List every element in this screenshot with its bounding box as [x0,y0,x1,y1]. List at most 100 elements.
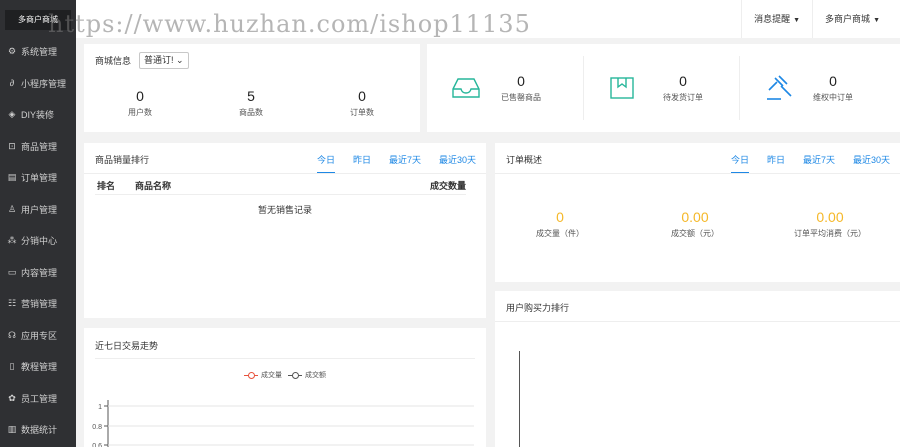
sidebar-item-tutorials[interactable]: ▯ 教程管理 [0,351,76,383]
overview-label: 订单平均消费（元） [794,229,866,238]
status-value: 0 [679,73,687,89]
column-header-count: 成交数量 [429,181,466,191]
sidebar-item-apps[interactable]: ☊ 应用专区 [0,320,76,352]
overview-amount: 0.00 成交额（元） [630,209,760,239]
status-value: 0 [829,73,837,89]
top-bar-actions: 消息提醒 ▼ 多商户商城 ▼ [741,0,892,38]
sidebar-item-label: 系统管理 [21,47,58,58]
tab-yesterday[interactable]: 昨日 [353,153,371,174]
shop-info-title: 商城信息 [95,56,132,66]
sidebar-item-label: 小程序管理 [21,78,67,89]
status-label: 已售罄商品 [501,93,541,102]
app-icon: ☊ [8,329,16,340]
overview-label: 成交量（件） [536,229,584,238]
sidebar-item-label: 教程管理 [21,362,58,373]
sidebar-item-label: 用户管理 [21,204,58,215]
sidebar-item-statistics[interactable]: ▥ 数据统计 [0,414,76,446]
order-overview-tabs: 今日 昨日 最近7天 最近30天 [713,153,890,174]
y-tick-label: 0.6 [92,443,102,447]
tab-last-7-days[interactable]: 最近7天 [389,153,421,174]
divider [84,173,486,174]
sales-rank-tabs: 今日 昨日 最近7天 最近30天 [299,153,476,174]
overview-label: 成交额（元） [671,229,719,238]
order-type-value: 普通订! [144,55,174,65]
sidebar-item-staff[interactable]: ✿ 员工管理 [0,383,76,415]
status-pending-shipment[interactable]: 0 待发货订单 [609,44,703,132]
sidebar-item-label: 订单管理 [21,173,58,184]
card-icon: ▭ [7,266,17,277]
wallet-icon: ☷ [7,298,17,309]
sidebar-item-goods[interactable]: ⊡ 商品管理 [0,131,76,163]
overview-average: 0.00 订单平均消费（元） [765,209,895,239]
tab-last-7-days[interactable]: 最近7天 [803,153,835,174]
tab-last-30-days[interactable]: 最近30天 [439,153,476,174]
status-value: 0 [517,73,525,89]
notifications-dropdown[interactable]: 消息提醒 ▼ [741,0,812,38]
sidebar-item-system[interactable]: ⚙ 系统管理 [0,36,76,68]
tab-yesterday[interactable]: 昨日 [767,153,785,174]
sidebar-item-label: 分销中心 [21,236,58,247]
sidebar-item-users[interactable]: ♙ 用户管理 [0,194,76,226]
tab-last-30-days[interactable]: 最近30天 [853,153,890,174]
diamond-icon: ◈ [8,109,16,120]
y-tick-label: 0.8 [92,424,102,431]
sidebar-item-marketing[interactable]: ☷ 营销管理 [0,288,76,320]
sales-rank-title: 商品销量排行 [95,155,150,165]
purchase-rank-title: 用户购买力排行 [506,303,570,313]
y-tick-label: 1 [98,404,102,411]
purchase-rank-card: 用户购买力排行 [495,291,900,447]
order-type-select[interactable]: 普通订! ⌄ [139,52,189,69]
tab-today[interactable]: 今日 [316,153,335,174]
sidebar-item-miniprogram[interactable]: ∂ 小程序管理 [0,68,76,100]
logo[interactable]: 多商户商城 [5,10,71,30]
chevron-down-icon: ⌄ [176,55,184,65]
status-card: 0 已售罄商品 0 待发货订单 0 维权中订单 [427,44,900,132]
overview-value: 0.00 [681,209,709,225]
network-icon: ⁂ [7,235,17,246]
sidebar-item-label: 营销管理 [21,299,58,310]
stat-users: 0 用户数 [100,88,180,118]
shop-info-card: 商城信息 普通订! ⌄ 0 用户数 5 商品数 0 订单数 [84,44,420,132]
notifications-label: 消息提醒 [754,14,791,24]
sidebar-item-label: 商品管理 [21,141,58,152]
sidebar-item-label: 内容管理 [21,267,58,278]
stat-label: 商品数 [239,108,263,117]
caret-down-icon: ▼ [793,17,801,24]
stat-value: 0 [136,88,144,104]
order-overview-title: 订单概述 [506,155,543,165]
stat-label: 用户数 [128,108,152,117]
column-header-name: 商品名称 [135,181,172,191]
package-icon [610,77,634,99]
shop-switch-dropdown[interactable]: 多商户商城 ▼ [812,0,892,38]
stat-value: 5 [247,88,255,104]
sidebar-item-label: 应用专区 [21,330,58,341]
tab-today[interactable]: 今日 [730,153,749,174]
sales-rank-card: 商品销量排行 今日 昨日 最近7天 最近30天 排名 商品名称 成交数量 暂无销… [84,143,486,318]
empty-state: 暂无销售记录 [257,205,312,215]
trend-card: 近七日交易走势 成交量 成交额 1 0.8 0.6 [84,328,486,447]
gear-solid-icon: ✿ [8,392,16,403]
divider [739,56,740,120]
sidebar-item-orders[interactable]: ▤ 订单管理 [0,162,76,194]
sidebar-item-distribution[interactable]: ⁂ 分销中心 [0,225,76,257]
gear-icon: ⚙ [7,46,17,57]
sidebar-item-label: 员工管理 [21,393,58,404]
status-dispute[interactable]: 0 维权中订单 [765,44,853,132]
shop-info-header: 商城信息 普通订! ⌄ [95,52,189,69]
sidebar-item-diy[interactable]: ◈ DIY装修 [0,99,76,131]
gavel-icon [767,75,792,100]
stat-goods: 5 商品数 [211,88,291,118]
overview-value: 0 [556,209,564,225]
divider [583,56,584,120]
status-soldout[interactable]: 0 已售罄商品 [451,44,541,132]
inbox-icon [452,78,480,98]
overview-value: 0.00 [816,209,844,225]
trend-chart: 1 0.8 0.6 [92,400,474,447]
sidebar-item-content[interactable]: ▭ 内容管理 [0,257,76,289]
bar-chart-icon: ▥ [7,424,17,435]
document-icon: ▤ [7,172,17,183]
shop-switch-label: 多商户商城 [825,14,871,24]
sidebar: 多商户商城 ⚙ 系统管理 ∂ 小程序管理 ◈ DIY装修 ⊡ 商品管理 ▤ 订单管理 ♙ 用… [0,0,76,447]
status-label: 维权中订单 [813,93,853,102]
stat-value: 0 [358,88,366,104]
